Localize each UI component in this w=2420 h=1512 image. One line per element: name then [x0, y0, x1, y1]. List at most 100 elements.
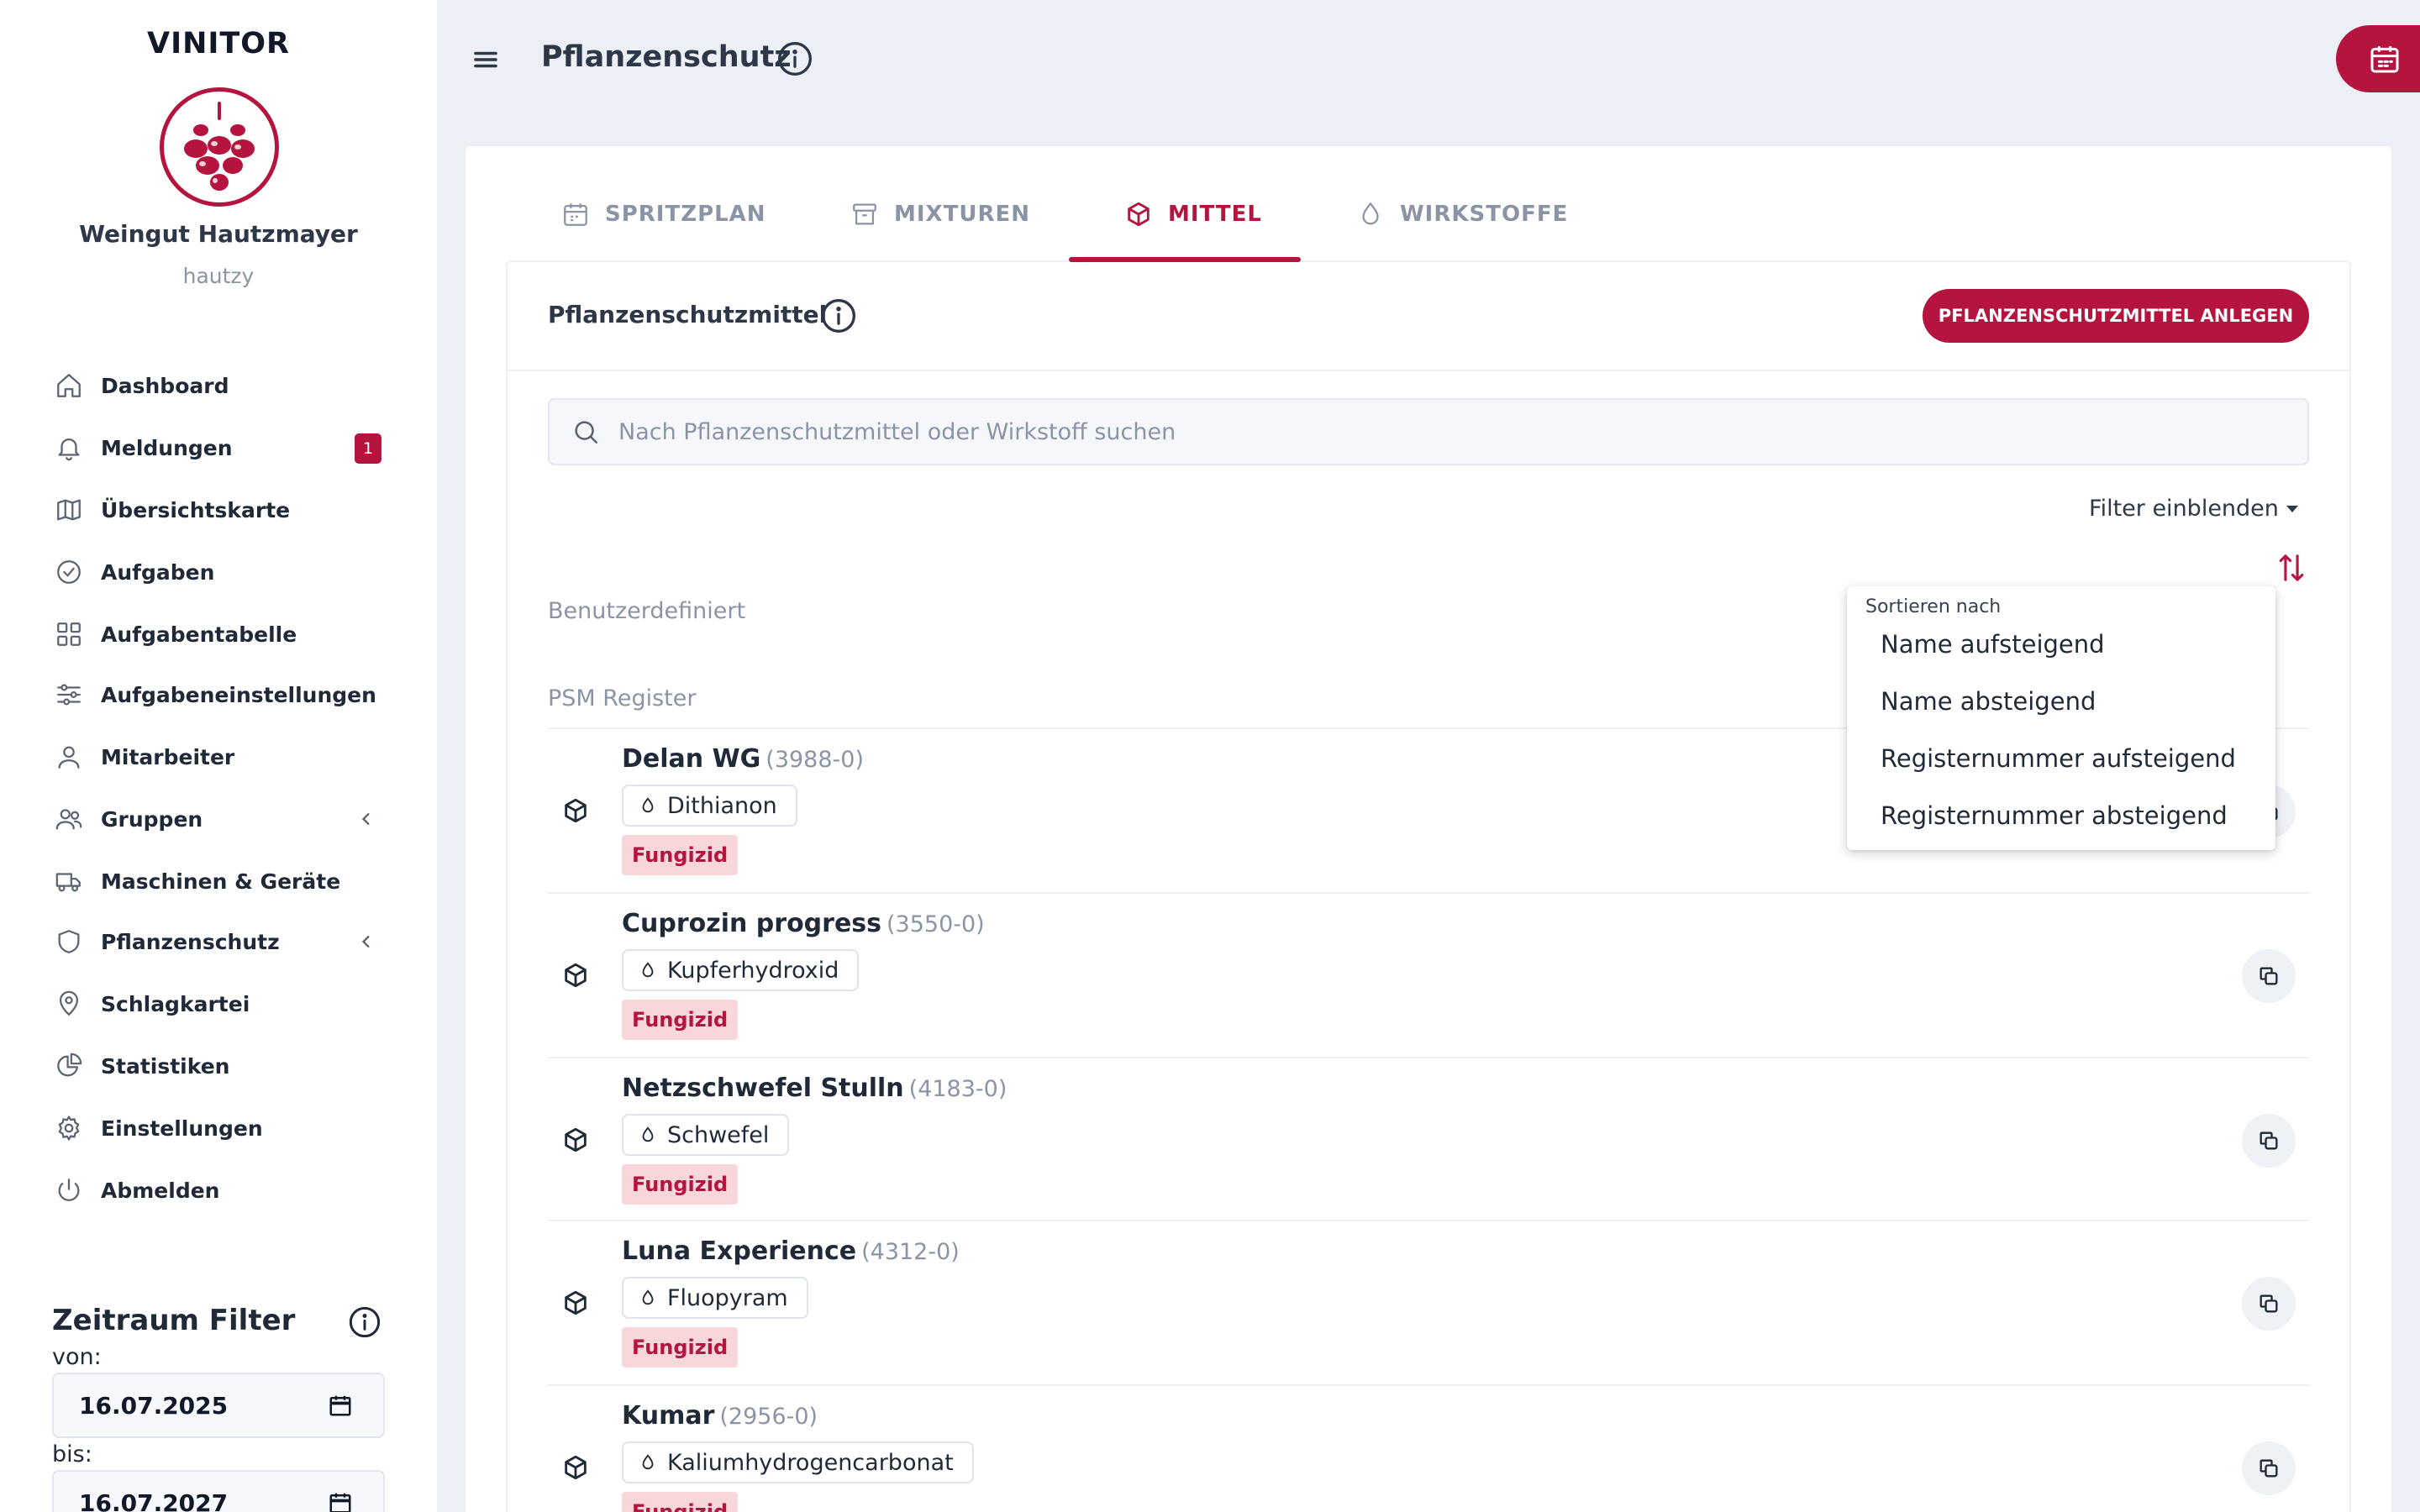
- sidebar-item-aufgaben[interactable]: Aufgaben: [52, 549, 388, 596]
- copy-icon: [2257, 964, 2281, 988]
- substance-chip[interactable]: Kaliumhydrogencarbonat: [622, 1441, 974, 1483]
- copy-button[interactable]: [2242, 1277, 2296, 1331]
- sidebar-item-label: Abmelden: [101, 1178, 220, 1203]
- product-type-tag: Fungizid: [622, 1492, 739, 1512]
- shield-icon: [52, 925, 86, 958]
- sidebar-item-schlagkartei[interactable]: Schlagkartei: [52, 980, 388, 1027]
- menu-icon[interactable]: [471, 47, 501, 72]
- substance-chip[interactable]: Schwefel: [622, 1114, 790, 1156]
- sidebar-item-label: Aufgabeneinstellungen: [101, 682, 376, 707]
- tab-spritzplan[interactable]: SPRITZPLAN: [561, 193, 766, 235]
- sort-option-name-desc[interactable]: Name absteigend: [1881, 687, 2096, 716]
- product-row[interactable]: Cuprozin progress (3550-0) Kupferhydroxid…: [548, 892, 2309, 1057]
- product-row[interactable]: Kumar (2956-0) Kaliumhydrogencarbonat Fun…: [548, 1384, 2309, 1512]
- product-name-text: Cuprozin progress: [622, 909, 882, 938]
- sidebar-item-gruppen[interactable]: Gruppen: [52, 795, 388, 843]
- sort-dropdown-heading: Sortieren nach: [1865, 596, 2002, 617]
- group-label-register: PSM Register: [548, 685, 697, 711]
- copy-button[interactable]: [2242, 949, 2296, 1003]
- filter-toggle[interactable]: Filter einblenden: [2089, 496, 2299, 522]
- product-name: Cuprozin progress (3550-0): [622, 909, 985, 938]
- calendar-icon[interactable]: [328, 1393, 353, 1418]
- info-icon[interactable]: [776, 40, 813, 77]
- tab-mittel[interactable]: MITTEL: [1124, 193, 1262, 235]
- tab-label: MIXTUREN: [894, 202, 1030, 227]
- sidebar-item-mitarbeiter[interactable]: Mitarbeiter: [52, 733, 388, 780]
- sidebar-item-einstellungen[interactable]: Einstellungen: [52, 1105, 388, 1152]
- tab-mixturen[interactable]: MIXTUREN: [850, 193, 1030, 235]
- product-name: Netzschwefel Stulln (4183-0): [622, 1074, 1007, 1103]
- tab-wirkstoffe[interactable]: WIRKSTOFFE: [1356, 193, 1568, 235]
- calendar-button[interactable]: [2336, 25, 2420, 92]
- info-icon[interactable]: [820, 297, 857, 334]
- divider: [508, 370, 2349, 371]
- sidebar-item-uebersichtskarte[interactable]: Übersichtskarte: [52, 486, 388, 533]
- substance-chip[interactable]: Dithianon: [622, 785, 797, 827]
- sidebar-item-abmelden[interactable]: Abmelden: [52, 1167, 388, 1214]
- calendar-icon[interactable]: [328, 1490, 353, 1512]
- copy-button[interactable]: [2242, 1441, 2296, 1495]
- product-name-text: Delan WG: [622, 744, 761, 774]
- sidebar-item-label: Schlagkartei: [101, 991, 250, 1016]
- sidebar-item-label: Aufgaben: [101, 559, 215, 585]
- users-icon: [52, 802, 86, 836]
- product-name-text: Kumar: [622, 1401, 715, 1431]
- product-reg-number: (3550-0): [886, 911, 985, 937]
- substance-chip[interactable]: Kupferhydroxid: [622, 949, 860, 991]
- sidebar-item-pflanzenschutz[interactable]: Pflanzenschutz: [52, 918, 388, 965]
- chevron-left-icon: [355, 807, 378, 831]
- map-icon: [52, 493, 86, 527]
- search-bar[interactable]: [548, 398, 2309, 465]
- cube-icon: [561, 1289, 590, 1317]
- cube-icon: [561, 1453, 590, 1482]
- sidebar-item-label: Übersichtskarte: [101, 497, 291, 522]
- info-icon[interactable]: [348, 1305, 381, 1339]
- substance-chip[interactable]: Fluopyram: [622, 1277, 808, 1319]
- sidebar-item-label: Mitarbeiter: [101, 744, 235, 769]
- section-title: Pflanzenschutzmittel: [548, 301, 828, 328]
- sidebar-item-meldungen[interactable]: Meldungen 1: [52, 424, 388, 471]
- date-to-value: 16.07.2027: [79, 1488, 229, 1512]
- tab-label: MITTEL: [1168, 202, 1262, 227]
- cube-icon: [561, 961, 590, 990]
- droplet-icon: [639, 1125, 657, 1145]
- substance-name: Fluopyram: [667, 1284, 788, 1311]
- product-reg-number: (4183-0): [908, 1076, 1007, 1102]
- sidebar-item-statistiken[interactable]: Statistiken: [52, 1042, 388, 1089]
- tab-label: WIRKSTOFFE: [1400, 202, 1569, 227]
- sidebar-item-label: Gruppen: [101, 806, 203, 832]
- power-icon: [52, 1173, 86, 1207]
- sidebar-item-maschinen[interactable]: Maschinen & Geräte: [52, 858, 388, 905]
- date-from-field[interactable]: 16.07.2025: [52, 1373, 385, 1438]
- bell-icon: [52, 431, 86, 465]
- sort-dropdown: Sortieren nach Name aufsteigend Name abs…: [1847, 586, 2275, 850]
- user-icon: [52, 740, 86, 774]
- sidebar-item-aufgabeneinstellungen[interactable]: Aufgabeneinstellungen: [52, 671, 388, 718]
- substance-name: Kaliumhydrogencarbonat: [667, 1449, 954, 1476]
- droplet-icon: [1356, 200, 1385, 228]
- droplet-icon: [639, 795, 657, 816]
- archive-icon: [850, 200, 879, 228]
- product-row[interactable]: Netzschwefel Stulln (4183-0) Schwefel Fun…: [548, 1057, 2309, 1221]
- sort-option-reg-asc[interactable]: Registernummer aufsteigend: [1881, 744, 2236, 773]
- search-input[interactable]: [618, 418, 2215, 445]
- product-row[interactable]: Luna Experience (4312-0) Fluopyram Fungiz…: [548, 1220, 2309, 1384]
- calendar-icon: [561, 200, 590, 228]
- calendar-icon: [2368, 42, 2402, 76]
- product-name: Delan WG (3988-0): [622, 744, 864, 774]
- sidebar-item-dashboard[interactable]: Dashboard: [52, 362, 388, 409]
- cube-icon: [561, 1126, 590, 1154]
- caret-down-icon: [2286, 504, 2299, 514]
- sidebar-item-label: Meldungen: [101, 435, 233, 460]
- create-product-button[interactable]: PFLANZENSCHUTZMITTEL ANLEGEN: [1923, 289, 2309, 343]
- cube-icon: [561, 796, 590, 825]
- page-title: Pflanzenschutz: [541, 40, 792, 74]
- date-to-field[interactable]: 16.07.2027: [52, 1470, 385, 1512]
- grid-icon: [52, 617, 86, 651]
- check-circle-icon: [52, 555, 86, 589]
- sort-option-reg-desc[interactable]: Registernummer absteigend: [1881, 801, 2228, 830]
- sidebar-item-aufgabentabelle[interactable]: Aufgabentabelle: [52, 611, 388, 658]
- sort-option-name-asc[interactable]: Name aufsteigend: [1881, 630, 2105, 659]
- sort-icon[interactable]: [2277, 551, 2306, 585]
- copy-button[interactable]: [2242, 1114, 2296, 1168]
